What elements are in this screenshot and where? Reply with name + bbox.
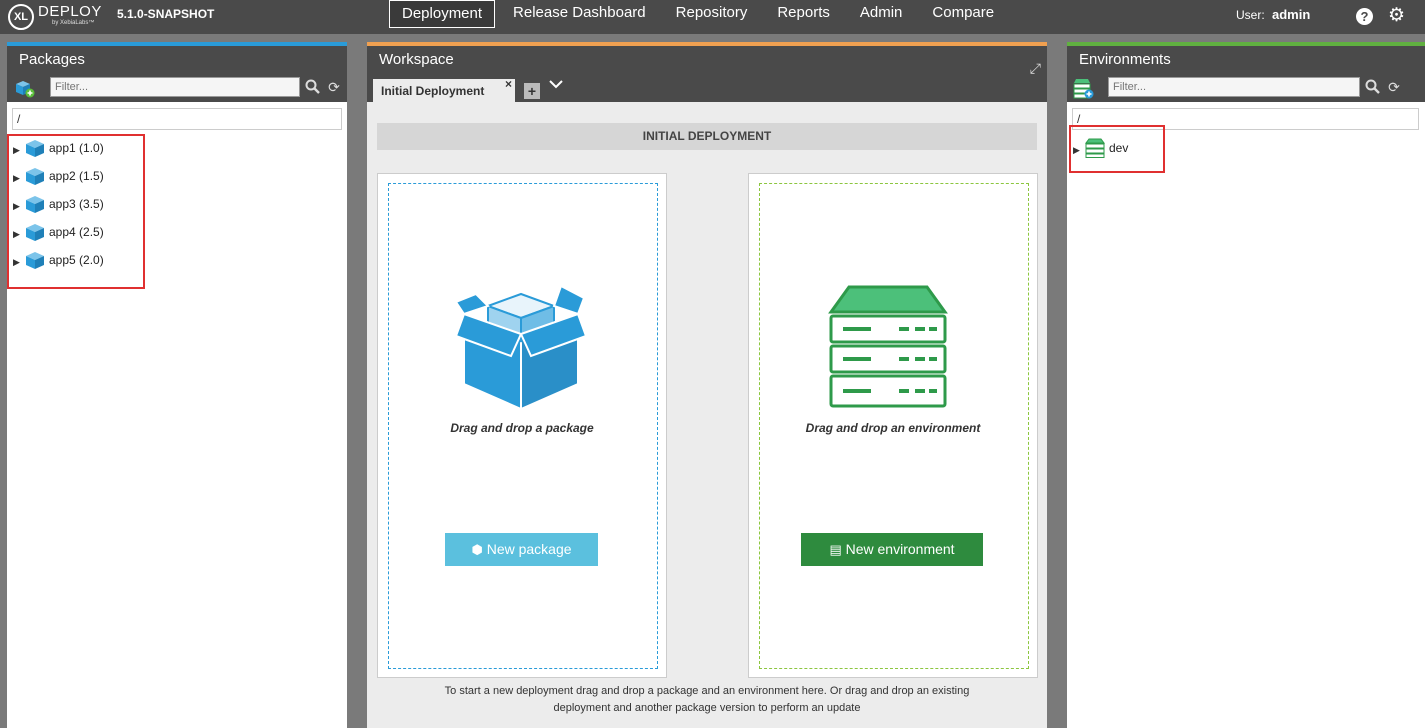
packages-search-icon[interactable]: [304, 79, 320, 95]
tab-initial-deployment[interactable]: Initial Deployment ×: [373, 77, 515, 102]
instructions-line-1: To start a new deployment drag and drop …: [444, 685, 970, 697]
new-package-button[interactable]: ⬢ New package: [445, 533, 598, 566]
packages-filter-input[interactable]: [50, 77, 300, 97]
packages-highlight-box: [7, 134, 145, 289]
new-environment-label: New environment: [845, 541, 955, 557]
gear-icon[interactable]: ⚙: [1388, 6, 1408, 26]
packages-refresh-icon[interactable]: ⟳: [326, 79, 342, 95]
environments-filter-input[interactable]: [1108, 77, 1360, 97]
add-package-icon[interactable]: [13, 78, 35, 98]
chevron-down-icon[interactable]: [548, 77, 564, 93]
environments-panel: Environments ⟳ / ▶dev: [1067, 42, 1425, 728]
new-package-label: New package: [486, 541, 572, 557]
package-drop-card[interactable]: Drag and drop a package ⬢ New package: [377, 173, 667, 678]
nav-admin[interactable]: Admin: [848, 0, 915, 28]
packages-root-path[interactable]: /: [12, 108, 342, 130]
workspace-header: Workspace ⤢: [367, 42, 1047, 76]
add-environment-icon[interactable]: [1072, 77, 1094, 99]
packages-header: Packages: [7, 42, 347, 74]
brand-name: DEPLOY: [38, 3, 102, 20]
user-label: User:: [1236, 8, 1265, 22]
new-environment-button[interactable]: ▤ New environment: [801, 533, 983, 566]
environments-title: Environments: [1079, 51, 1171, 68]
nav-deployment[interactable]: Deployment: [389, 0, 496, 28]
nav-release-dashboard[interactable]: Release Dashboard: [501, 0, 658, 28]
workspace-tabbar: Initial Deployment × +: [367, 74, 1047, 102]
nav-compare[interactable]: Compare: [920, 0, 1006, 28]
instructions-line-2: deployment and another package version t…: [553, 702, 861, 714]
add-tab-button[interactable]: +: [524, 83, 540, 99]
close-icon[interactable]: ×: [505, 77, 512, 91]
new-environment-icon: ▤: [829, 542, 842, 557]
environments-toolbar: ⟳: [1067, 74, 1425, 102]
xl-logo: XL: [8, 4, 34, 30]
workspace-instructions: To start a new deployment drag and drop …: [367, 683, 1047, 717]
workspace-accent-stripe: [367, 42, 1047, 46]
brand-subtitle: by XebiaLabs™: [52, 20, 95, 26]
packages-accent-stripe: [7, 42, 347, 46]
packages-title: Packages: [19, 51, 85, 68]
packages-toolbar: ⟳: [7, 74, 347, 102]
nav-reports[interactable]: Reports: [765, 0, 842, 28]
user-name[interactable]: admin: [1272, 7, 1310, 22]
workspace-title: Workspace: [379, 51, 454, 68]
new-package-icon: ⬢: [471, 542, 483, 557]
version-label: 5.1.0-SNAPSHOT: [117, 7, 215, 21]
environment-server-icon: [828, 285, 948, 408]
main-nav: Deployment Release Dashboard Repository …: [389, 0, 1012, 34]
environments-header: Environments: [1067, 42, 1425, 74]
packages-panel: Packages ⟳ / ▶app1 (1.0)▶app2 (1.5)▶app3…: [7, 42, 347, 728]
top-bar: XL DEPLOY by XebiaLabs™ 5.1.0-SNAPSHOT D…: [0, 0, 1425, 34]
environment-drop-card[interactable]: Drag and drop an environment ▤ New envir…: [748, 173, 1038, 678]
workspace-panel: Workspace ⤢ Initial Deployment × + INITI…: [367, 42, 1047, 728]
package-drop-caption: Drag and drop a package: [450, 421, 594, 435]
deployment-heading: INITIAL DEPLOYMENT: [377, 123, 1037, 150]
environments-accent-stripe: [1067, 42, 1425, 46]
environments-highlight-box: [1069, 125, 1165, 173]
environments-refresh-icon[interactable]: ⟳: [1386, 79, 1402, 95]
environment-drop-caption: Drag and drop an environment: [805, 421, 981, 435]
help-icon[interactable]: ?: [1356, 8, 1373, 25]
nav-repository[interactable]: Repository: [664, 0, 760, 28]
environments-search-icon[interactable]: [1364, 79, 1380, 95]
tab-label: Initial Deployment: [381, 84, 485, 98]
package-box-icon: [456, 284, 586, 411]
